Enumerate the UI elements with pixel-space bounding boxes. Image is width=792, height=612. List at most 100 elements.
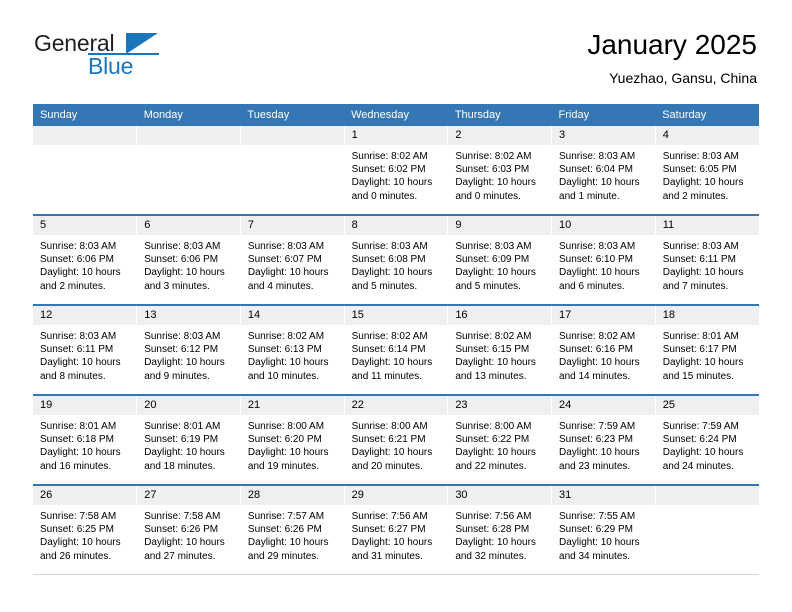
calendar-day-cell[interactable]: 20 Sunrise: 8:01 AM Sunset: 6:19 PM Dayligh… [136,395,241,486]
day-number: 7 [240,216,344,235]
weekday-header-friday: Friday [551,104,656,126]
daylight-text: Daylight: 10 hours and 22 minutes. [455,447,536,472]
day-number: 22 [344,396,448,415]
sunset-text: Sunset: 6:03 PM [455,164,530,176]
calendar-day-cell[interactable]: 12 Sunrise: 8:03 AM Sunset: 6:11 PM Dayligh… [33,305,138,396]
calendar-day-cell[interactable]: 25 Sunrise: 7:59 AM Sunset: 6:24 PM Dayligh… [655,395,759,486]
daylight-text: Daylight: 10 hours and 18 minutes. [144,447,225,472]
calendar-table: Sunday Monday Tuesday Wednesday Thursday… [33,104,759,575]
day-number: 24 [552,396,655,415]
sunrise-text: Sunrise: 8:02 AM [351,331,428,342]
sunrise-text: Sunrise: 8:02 AM [559,331,636,342]
daylight-text: Daylight: 10 hours and 27 minutes. [144,537,225,562]
calendar-day-cell[interactable]: 5 Sunrise: 8:03 AM Sunset: 6:06 PM Daylight… [33,215,138,306]
daylight-text: Daylight: 10 hours and 7 minutes. [662,267,744,292]
day-details: Sunrise: 8:00 AM Sunset: 6:21 PM Daylight:… [345,415,448,473]
day-details: Sunrise: 8:03 AM Sunset: 6:08 PM Daylight:… [345,235,448,293]
weekday-header-thursday: Thursday [447,104,552,126]
sunset-text: Sunset: 6:24 PM [662,434,737,446]
day-details: Sunrise: 8:02 AM Sunset: 6:13 PM Daylight:… [241,325,344,383]
calendar-day-cell[interactable]: 8 Sunrise: 8:03 AM Sunset: 6:08 PM Daylight… [344,215,449,306]
day-details: Sunrise: 7:58 AM Sunset: 6:26 PM Daylight:… [137,505,240,563]
daylight-text: Daylight: 10 hours and 15 minutes. [662,357,744,382]
calendar-day-cell[interactable]: 6 Sunrise: 8:03 AM Sunset: 6:06 PM Daylight… [136,215,241,306]
sunrise-text: Sunrise: 8:03 AM [559,241,636,252]
sunset-text: Sunset: 6:05 PM [662,164,737,176]
day-number: 20 [137,396,240,415]
calendar-day-cell[interactable]: 31 Sunrise: 7:55 AM Sunset: 6:29 PM Dayligh… [551,485,656,575]
sunset-text: Sunset: 6:12 PM [144,344,219,356]
calendar-day-cell[interactable]: 14 Sunrise: 8:02 AM Sunset: 6:13 PM Dayligh… [240,305,345,396]
sunrise-text: Sunrise: 8:02 AM [351,151,428,162]
daylight-text: Daylight: 10 hours and 20 minutes. [351,447,433,472]
calendar-day-cell[interactable]: 10 Sunrise: 8:03 AM Sunset: 6:10 PM Dayligh… [551,215,656,306]
calendar-week-row: 26 Sunrise: 7:58 AM Sunset: 6:25 PM Dayligh… [33,485,759,575]
day-details: Sunrise: 7:56 AM Sunset: 6:27 PM Daylight:… [345,505,448,563]
calendar-day-cell[interactable]: 24 Sunrise: 7:59 AM Sunset: 6:23 PM Dayligh… [551,395,656,486]
calendar-day-cell[interactable]: 17 Sunrise: 8:02 AM Sunset: 6:16 PM Dayligh… [551,305,656,396]
day-details: Sunrise: 8:03 AM Sunset: 6:11 PM Daylight:… [33,325,136,383]
day-details: Sunrise: 8:02 AM Sunset: 6:02 PM Daylight:… [345,145,448,203]
sunset-text: Sunset: 6:17 PM [662,344,737,356]
calendar-day-cell[interactable]: 22 Sunrise: 8:00 AM Sunset: 6:21 PM Dayligh… [344,395,449,486]
calendar-day-cell[interactable]: 3 Sunrise: 8:03 AM Sunset: 6:04 PM Daylight… [551,126,656,216]
daylight-text: Daylight: 10 hours and 26 minutes. [40,537,121,562]
calendar-day-cell[interactable]: 7 Sunrise: 8:03 AM Sunset: 6:07 PM Daylight… [240,215,345,306]
calendar-day-cell[interactable]: 19 Sunrise: 8:01 AM Sunset: 6:18 PM Dayligh… [33,395,138,486]
calendar-day-cell[interactable]: 27 Sunrise: 7:58 AM Sunset: 6:26 PM Dayligh… [136,485,241,575]
calendar-day-cell[interactable]: 28 Sunrise: 7:57 AM Sunset: 6:26 PM Dayligh… [240,485,345,575]
day-details: Sunrise: 8:03 AM Sunset: 6:06 PM Daylight:… [137,235,240,293]
calendar-day-cell[interactable]: 13 Sunrise: 8:03 AM Sunset: 6:12 PM Dayligh… [136,305,241,396]
daylight-text: Daylight: 10 hours and 0 minutes. [351,177,433,202]
daylight-text: Daylight: 10 hours and 2 minutes. [662,177,744,202]
daylight-text: Daylight: 10 hours and 4 minutes. [247,267,329,292]
day-number: 25 [655,396,759,415]
calendar-day-cell[interactable]: 9 Sunrise: 8:03 AM Sunset: 6:09 PM Daylight… [447,215,553,306]
day-number: 2 [448,126,552,145]
day-number: 21 [240,396,344,415]
calendar-day-cell[interactable]: 11 Sunrise: 8:03 AM Sunset: 6:11 PM Dayligh… [655,215,759,306]
sunset-text: Sunset: 6:10 PM [559,254,633,266]
day-details: Sunrise: 8:01 AM Sunset: 6:17 PM Daylight:… [656,325,759,383]
day-number [137,126,240,145]
calendar-day-cell[interactable]: 21 Sunrise: 8:00 AM Sunset: 6:20 PM Dayligh… [240,395,345,486]
calendar-week-row: 19 Sunrise: 8:01 AM Sunset: 6:18 PM Dayligh… [33,395,759,486]
daylight-text: Daylight: 10 hours and 23 minutes. [559,447,640,472]
sunrise-text: Sunrise: 8:03 AM [144,241,221,252]
day-details: Sunrise: 7:56 AM Sunset: 6:28 PM Daylight:… [448,505,551,563]
daylight-text: Daylight: 10 hours and 0 minutes. [455,177,536,202]
day-details: Sunrise: 8:03 AM Sunset: 6:12 PM Daylight:… [137,325,240,383]
day-number: 18 [655,306,759,325]
calendar-week-row: 12 Sunrise: 8:03 AM Sunset: 6:11 PM Dayligh… [33,305,759,396]
day-details: Sunrise: 8:02 AM Sunset: 6:16 PM Daylight:… [552,325,655,383]
daylight-text: Daylight: 10 hours and 11 minutes. [351,357,433,382]
day-number: 28 [240,486,344,505]
day-details: Sunrise: 8:00 AM Sunset: 6:22 PM Daylight:… [448,415,551,473]
calendar-day-cell[interactable]: 29 Sunrise: 7:56 AM Sunset: 6:27 PM Dayligh… [344,485,449,575]
sunset-text: Sunset: 6:06 PM [144,254,219,266]
sunrise-text: Sunrise: 8:03 AM [247,241,325,252]
calendar-day-cell[interactable]: 15 Sunrise: 8:02 AM Sunset: 6:14 PM Dayligh… [344,305,449,396]
sunrise-text: Sunrise: 8:01 AM [40,421,117,432]
calendar-day-cell[interactable]: 2 Sunrise: 8:02 AM Sunset: 6:03 PM Daylight… [447,126,553,216]
sunset-text: Sunset: 6:09 PM [455,254,530,266]
day-details: Sunrise: 7:57 AM Sunset: 6:26 PM Daylight:… [241,505,344,563]
sunset-text: Sunset: 6:13 PM [247,344,322,356]
calendar-day-cell[interactable]: 16 Sunrise: 8:02 AM Sunset: 6:15 PM Dayligh… [447,305,553,396]
calendar-day-cell[interactable]: 1 Sunrise: 8:02 AM Sunset: 6:02 PM Daylight… [344,126,449,216]
sunset-text: Sunset: 6:26 PM [144,524,219,536]
calendar-day-cell[interactable]: 4 Sunrise: 8:03 AM Sunset: 6:05 PM Daylight… [655,126,759,216]
sunrise-text: Sunrise: 8:03 AM [662,241,739,252]
calendar-day-cell[interactable]: 23 Sunrise: 8:00 AM Sunset: 6:22 PM Dayligh… [447,395,553,486]
calendar-day-cell[interactable]: 26 Sunrise: 7:58 AM Sunset: 6:25 PM Dayligh… [33,485,138,575]
day-number: 10 [552,216,655,235]
general-blue-logo[interactable]: General Blue [33,28,243,90]
day-number: 15 [344,306,448,325]
day-details: Sunrise: 8:03 AM Sunset: 6:04 PM Daylight:… [552,145,655,203]
calendar-day-cell[interactable]: 30 Sunrise: 7:56 AM Sunset: 6:28 PM Dayligh… [447,485,553,575]
sunrise-text: Sunrise: 7:56 AM [455,511,532,522]
sunrise-text: Sunrise: 8:03 AM [455,241,532,252]
calendar-day-cell[interactable]: 18 Sunrise: 8:01 AM Sunset: 6:17 PM Dayligh… [655,305,759,396]
calendar-page: General Blue January 2025 Yuezhao, Gansu… [0,0,792,612]
page-subtitle: Yuezhao, Gansu, China [609,70,757,86]
